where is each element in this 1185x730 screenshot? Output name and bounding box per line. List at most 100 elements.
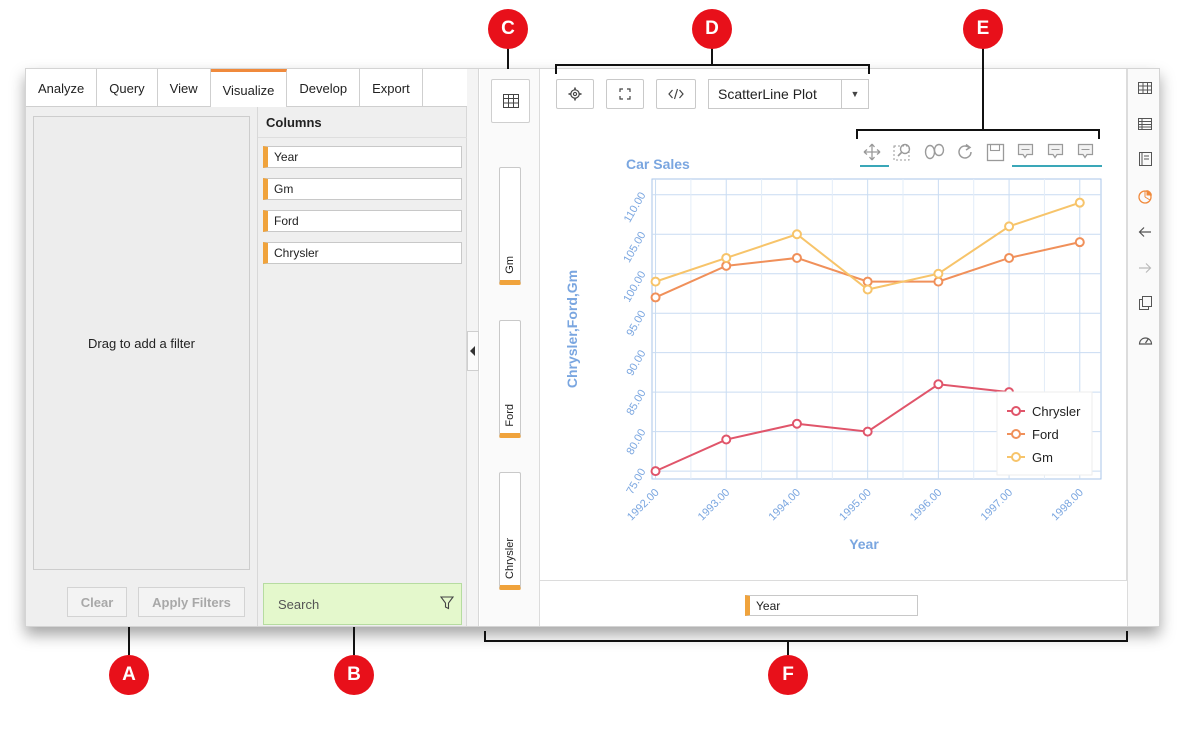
dashboard-icon[interactable] — [1137, 332, 1153, 348]
legend: Chrysler Ford Gm — [996, 391, 1093, 476]
code-view-button[interactable] — [656, 79, 696, 109]
search-placeholder: Search — [278, 596, 320, 612]
callout-b: B — [334, 655, 374, 695]
filter-icon[interactable] — [439, 596, 455, 613]
tab-query[interactable]: Query — [97, 69, 158, 107]
column-item-gm[interactable]: Gm — [263, 178, 462, 200]
chart-title: Car Sales — [626, 156, 690, 172]
chevron-down-icon[interactable]: ▼ — [841, 80, 868, 108]
stage: Analyze Query View Visualize Develop Exp… — [0, 0, 1185, 730]
pie-chart-icon[interactable] — [1137, 188, 1153, 204]
y-tick-label: 110.00 — [622, 190, 649, 224]
field-pill-ford[interactable]: Ford — [499, 320, 521, 438]
refresh-icon[interactable] — [958, 143, 972, 159]
field-pill-chrysler[interactable]: Chrysler — [499, 472, 521, 590]
copy-icon[interactable] — [1137, 295, 1153, 311]
column-search-input[interactable]: Search — [263, 583, 462, 625]
crosshair-tooltip-icon[interactable] — [1047, 143, 1064, 159]
callout-line-f — [787, 641, 789, 655]
tab-develop[interactable]: Develop — [287, 69, 361, 107]
tab-view[interactable]: View — [158, 69, 211, 107]
x-tick-label: 1993.00 — [696, 487, 733, 524]
data-point — [862, 276, 873, 287]
point-tooltip-icon[interactable] — [1077, 143, 1094, 159]
settings-button[interactable] — [556, 79, 594, 109]
save-glyph — [986, 143, 1005, 162]
tooltip-glyph — [1077, 143, 1094, 159]
data-point — [650, 466, 661, 477]
tooltip-glyph — [1017, 143, 1034, 159]
field-well: Gm Ford Chrysler — [480, 69, 540, 626]
fullscreen-button[interactable] — [606, 79, 644, 109]
x-axis-field-pill[interactable]: Year — [745, 595, 918, 616]
collapse-panel-button[interactable] — [467, 331, 479, 371]
data-point — [1074, 197, 1085, 208]
pan-icon[interactable] — [863, 143, 881, 161]
zoom-lens-glyph — [899, 143, 911, 155]
tab-visualize[interactable]: Visualize — [210, 69, 288, 108]
data-point — [1004, 221, 1015, 232]
bracket-d — [555, 64, 870, 74]
callout-line-a — [128, 627, 130, 655]
x-tick-label: 1997.00 — [979, 487, 1016, 524]
chart-canvas: 75.00 80.00 85.00 90.00 95.00 100.00 105.00 110… — [564, 143, 1102, 549]
legend-item: Gm — [1032, 450, 1053, 465]
x-axis-label: Year — [849, 536, 879, 549]
y-tick-label: 80.00 — [624, 427, 648, 457]
legend-item: Chrysler — [1032, 404, 1081, 419]
tab-analyze[interactable]: Analyze — [26, 69, 98, 107]
legend-swatch-marker — [1011, 452, 1021, 462]
data-point — [933, 379, 944, 390]
data-point — [721, 260, 732, 271]
callout-d: D — [692, 9, 732, 49]
chart-area: ScatterLine Plot ▼ 75.00 80.00 85.00 90.00 9… — [540, 69, 1127, 626]
table-view-button[interactable] — [491, 79, 530, 123]
data-point — [650, 276, 661, 287]
notebook-icon[interactable] — [1137, 151, 1153, 167]
arrow-left-icon[interactable] — [1137, 224, 1153, 240]
column-item-chrysler[interactable]: Chrysler — [263, 242, 462, 264]
arrow-right-icon[interactable] — [1137, 260, 1153, 276]
apply-filters-button[interactable]: Apply Filters — [138, 587, 245, 617]
columns-title: Columns — [266, 115, 322, 130]
hover-tooltip-icon[interactable] — [1017, 143, 1034, 159]
save-icon[interactable] — [986, 143, 1005, 162]
zoom-box-icon[interactable] — [893, 143, 911, 161]
bracket-e — [856, 129, 1100, 139]
y-tick-label: 105.00 — [621, 230, 648, 265]
y-axis-label: Chrysler,Ford,Gm — [564, 270, 580, 388]
y-tick-label: 100.00 — [621, 269, 648, 304]
y-tick-label: 90.00 — [624, 348, 648, 378]
callout-line-e — [982, 45, 984, 131]
field-pill-label: Ford — [504, 404, 516, 427]
divider — [258, 137, 467, 138]
clear-button[interactable]: Clear — [67, 587, 127, 617]
x-tick-label: 1995.00 — [837, 487, 874, 524]
data-point — [862, 284, 873, 295]
plot-type-select[interactable]: ScatterLine Plot ▼ — [708, 79, 869, 109]
table-list-icon[interactable] — [1137, 116, 1153, 132]
chevron-left-icon — [470, 346, 475, 356]
column-item-ford[interactable]: Ford — [263, 210, 462, 232]
field-pill-gm[interactable]: Gm — [499, 167, 521, 285]
save-glyph — [989, 143, 1001, 152]
data-point — [791, 252, 802, 263]
filter-drop-zone[interactable]: Drag to add a filter — [33, 116, 250, 570]
column-item-year[interactable]: Year — [263, 146, 462, 168]
tab-export[interactable]: Export — [360, 69, 423, 107]
data-point — [862, 426, 873, 437]
code-icon — [668, 88, 684, 100]
bracket-f — [484, 631, 1128, 642]
data-point — [1004, 252, 1015, 263]
filter-drop-text: Drag to add a filter — [88, 335, 195, 351]
lasso-select-icon[interactable] — [924, 143, 945, 160]
data-point — [721, 252, 732, 263]
data-point — [721, 434, 732, 445]
data-point — [933, 276, 944, 287]
grid-view-icon[interactable] — [1137, 80, 1153, 96]
filter-panel: Drag to add a filter Clear Apply Filters — [26, 107, 258, 626]
legend-swatch-marker — [1011, 429, 1021, 439]
right-icon-bar — [1127, 69, 1159, 626]
legend-item: Ford — [1032, 427, 1059, 442]
callout-c: C — [488, 9, 528, 49]
